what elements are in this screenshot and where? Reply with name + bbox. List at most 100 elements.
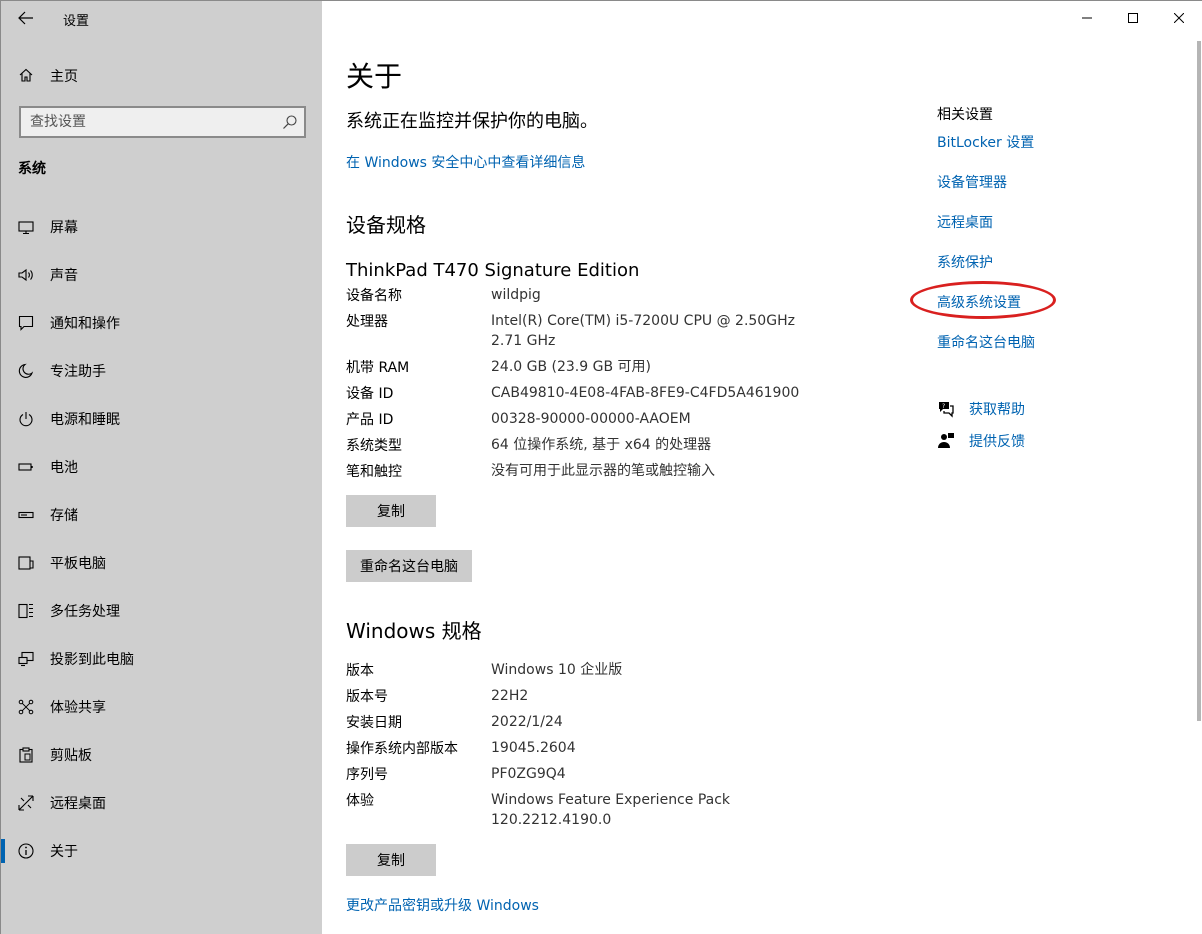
sidebar-item-remote-desktop[interactable]: 远程桌面 — [1, 779, 322, 827]
sidebar-item-label: 体验共享 — [50, 700, 106, 716]
spec-key: 设备名称 — [346, 288, 402, 304]
sidebar-item-multitasking[interactable]: 多任务处理 — [1, 587, 322, 635]
related-settings-title: 相关设置 — [937, 107, 993, 123]
back-button[interactable] — [11, 5, 41, 31]
device-model: ThinkPad T470 Signature Edition — [346, 260, 640, 281]
copy-device-specs-button[interactable]: 复制 — [346, 495, 436, 527]
sidebar-item-battery[interactable]: 电池 — [1, 443, 322, 491]
scrollbar[interactable] — [1197, 41, 1201, 721]
sidebar-section-title: 系统 — [18, 161, 46, 177]
windows-spec-heading: Windows 规格 — [346, 619, 482, 643]
title-bar: 设置 — [1, 1, 322, 35]
display-icon — [18, 219, 34, 235]
give-feedback-link[interactable]: 提供反馈 — [937, 431, 1025, 451]
spec-value: 00328-90000-00000-AAOEM — [491, 411, 691, 427]
spec-value: Intel(R) Core(TM) i5-7200U CPU @ 2.50GHz — [491, 313, 795, 329]
rename-pc-button[interactable]: 重命名这台电脑 — [346, 550, 472, 582]
maximize-icon — [1128, 13, 1138, 23]
spec-key: 安装日期 — [346, 715, 402, 731]
sidebar-item-tablet[interactable]: 平板电脑 — [1, 539, 322, 587]
get-help-link[interactable]: ? 获取帮助 — [937, 399, 1025, 419]
spec-value: 22H2 — [491, 688, 529, 704]
sidebar-item-home[interactable]: 主页 — [1, 59, 322, 91]
sidebar-item-shared-experiences[interactable]: 体验共享 — [1, 683, 322, 731]
sidebar-nav: 屏幕 声音 通知和操作 专注助手 电源和睡眠 电池 存储 平板电脑 多任务处理 … — [1, 203, 322, 875]
sidebar-item-label: 屏幕 — [50, 220, 78, 236]
spec-value: wildpig — [491, 287, 541, 303]
sidebar-item-notifications[interactable]: 通知和操作 — [1, 299, 322, 347]
info-icon — [18, 843, 34, 859]
sidebar-item-label: 存储 — [50, 508, 78, 524]
sidebar-item-project[interactable]: 投影到此电脑 — [1, 635, 322, 683]
sidebar-item-label: 专注助手 — [50, 364, 106, 380]
spec-key: 系统类型 — [346, 438, 402, 454]
spec-value: Windows 10 企业版 — [491, 662, 623, 678]
sidebar-item-storage[interactable]: 存储 — [1, 491, 322, 539]
search-input[interactable] — [21, 109, 271, 135]
close-icon — [1174, 13, 1184, 23]
spec-key: 笔和触控 — [346, 464, 402, 480]
sidebar-item-label: 关于 — [50, 844, 78, 860]
spec-key: 产品 ID — [346, 412, 394, 428]
sidebar-item-display[interactable]: 屏幕 — [1, 203, 322, 251]
spec-value: 64 位操作系统, 基于 x64 的处理器 — [491, 437, 712, 453]
feedback-icon — [937, 432, 955, 450]
spec-value: 2022/1/24 — [491, 714, 563, 730]
spec-key: 体验 — [346, 793, 374, 809]
advanced-system-settings-link[interactable]: 高级系统设置 — [937, 292, 1021, 312]
sidebar: 设置 主页 系统 屏幕 声音 通知和操作 — [1, 1, 322, 934]
multitask-icon — [18, 603, 34, 619]
chat-help-icon: ? — [937, 400, 955, 418]
spec-key: 设备 ID — [346, 386, 394, 402]
bitlocker-settings-link[interactable]: BitLocker 设置 — [937, 132, 1034, 152]
spec-key: 操作系统内部版本 — [346, 741, 458, 757]
project-icon — [18, 651, 34, 667]
maximize-button[interactable] — [1110, 1, 1156, 35]
search-box — [19, 106, 306, 138]
notification-icon — [18, 315, 34, 331]
power-icon — [18, 411, 34, 427]
sidebar-item-focus-assist[interactable]: 专注助手 — [1, 347, 322, 395]
spec-value: 24.0 GB (23.9 GB 可用) — [491, 359, 651, 375]
svg-text:?: ? — [942, 403, 945, 410]
sidebar-item-label: 通知和操作 — [50, 316, 120, 332]
sidebar-item-label: 剪贴板 — [50, 748, 92, 764]
spec-value: 19045.2604 — [491, 740, 576, 756]
sidebar-item-about[interactable]: 关于 — [1, 827, 322, 875]
sidebar-item-clipboard[interactable]: 剪贴板 — [1, 731, 322, 779]
minimize-button[interactable] — [1064, 1, 1110, 35]
sidebar-item-label: 多任务处理 — [50, 604, 120, 620]
share-icon — [18, 699, 34, 715]
sidebar-item-label: 投影到此电脑 — [50, 652, 134, 668]
security-center-link[interactable]: 在 Windows 安全中心中查看详细信息 — [346, 152, 585, 172]
minimize-icon — [1082, 17, 1092, 19]
search-icon[interactable] — [282, 114, 298, 130]
remote-desktop-link[interactable]: 远程桌面 — [937, 212, 993, 232]
moon-icon — [18, 363, 34, 379]
spec-key: 机带 RAM — [346, 360, 410, 376]
main-content: 关于 系统正在监控并保护你的电脑。 在 Windows 安全中心中查看详细信息 … — [322, 1, 1202, 934]
copy-windows-specs-button[interactable]: 复制 — [346, 844, 436, 876]
spec-value-line2: 120.2212.4190.0 — [491, 812, 612, 828]
sidebar-item-label: 远程桌面 — [50, 796, 106, 812]
system-protection-link[interactable]: 系统保护 — [937, 252, 993, 272]
sidebar-item-label: 电源和睡眠 — [50, 412, 120, 428]
sidebar-item-sound[interactable]: 声音 — [1, 251, 322, 299]
sidebar-item-power[interactable]: 电源和睡眠 — [1, 395, 322, 443]
sidebar-item-label: 声音 — [50, 268, 78, 284]
sidebar-item-label: 主页 — [50, 69, 78, 85]
rename-pc-link[interactable]: 重命名这台电脑 — [937, 332, 1035, 352]
page-title: 关于 — [346, 60, 403, 93]
spec-value: Windows Feature Experience Pack — [491, 792, 731, 808]
device-manager-link[interactable]: 设备管理器 — [937, 172, 1007, 192]
window-controls — [1064, 1, 1202, 35]
back-arrow-icon — [18, 11, 33, 25]
spec-key: 处理器 — [346, 314, 388, 330]
spec-value: CAB49810-4E08-4FAB-8FE9-C4FD5A461900 — [491, 385, 800, 401]
battery-icon — [18, 459, 34, 475]
spec-value: PF0ZG9Q4 — [491, 766, 566, 782]
upgrade-windows-link[interactable]: 更改产品密钥或升级 Windows — [346, 895, 539, 915]
speaker-icon — [18, 267, 34, 283]
give-feedback-label: 提供反馈 — [969, 434, 1025, 450]
close-button[interactable] — [1156, 1, 1202, 35]
